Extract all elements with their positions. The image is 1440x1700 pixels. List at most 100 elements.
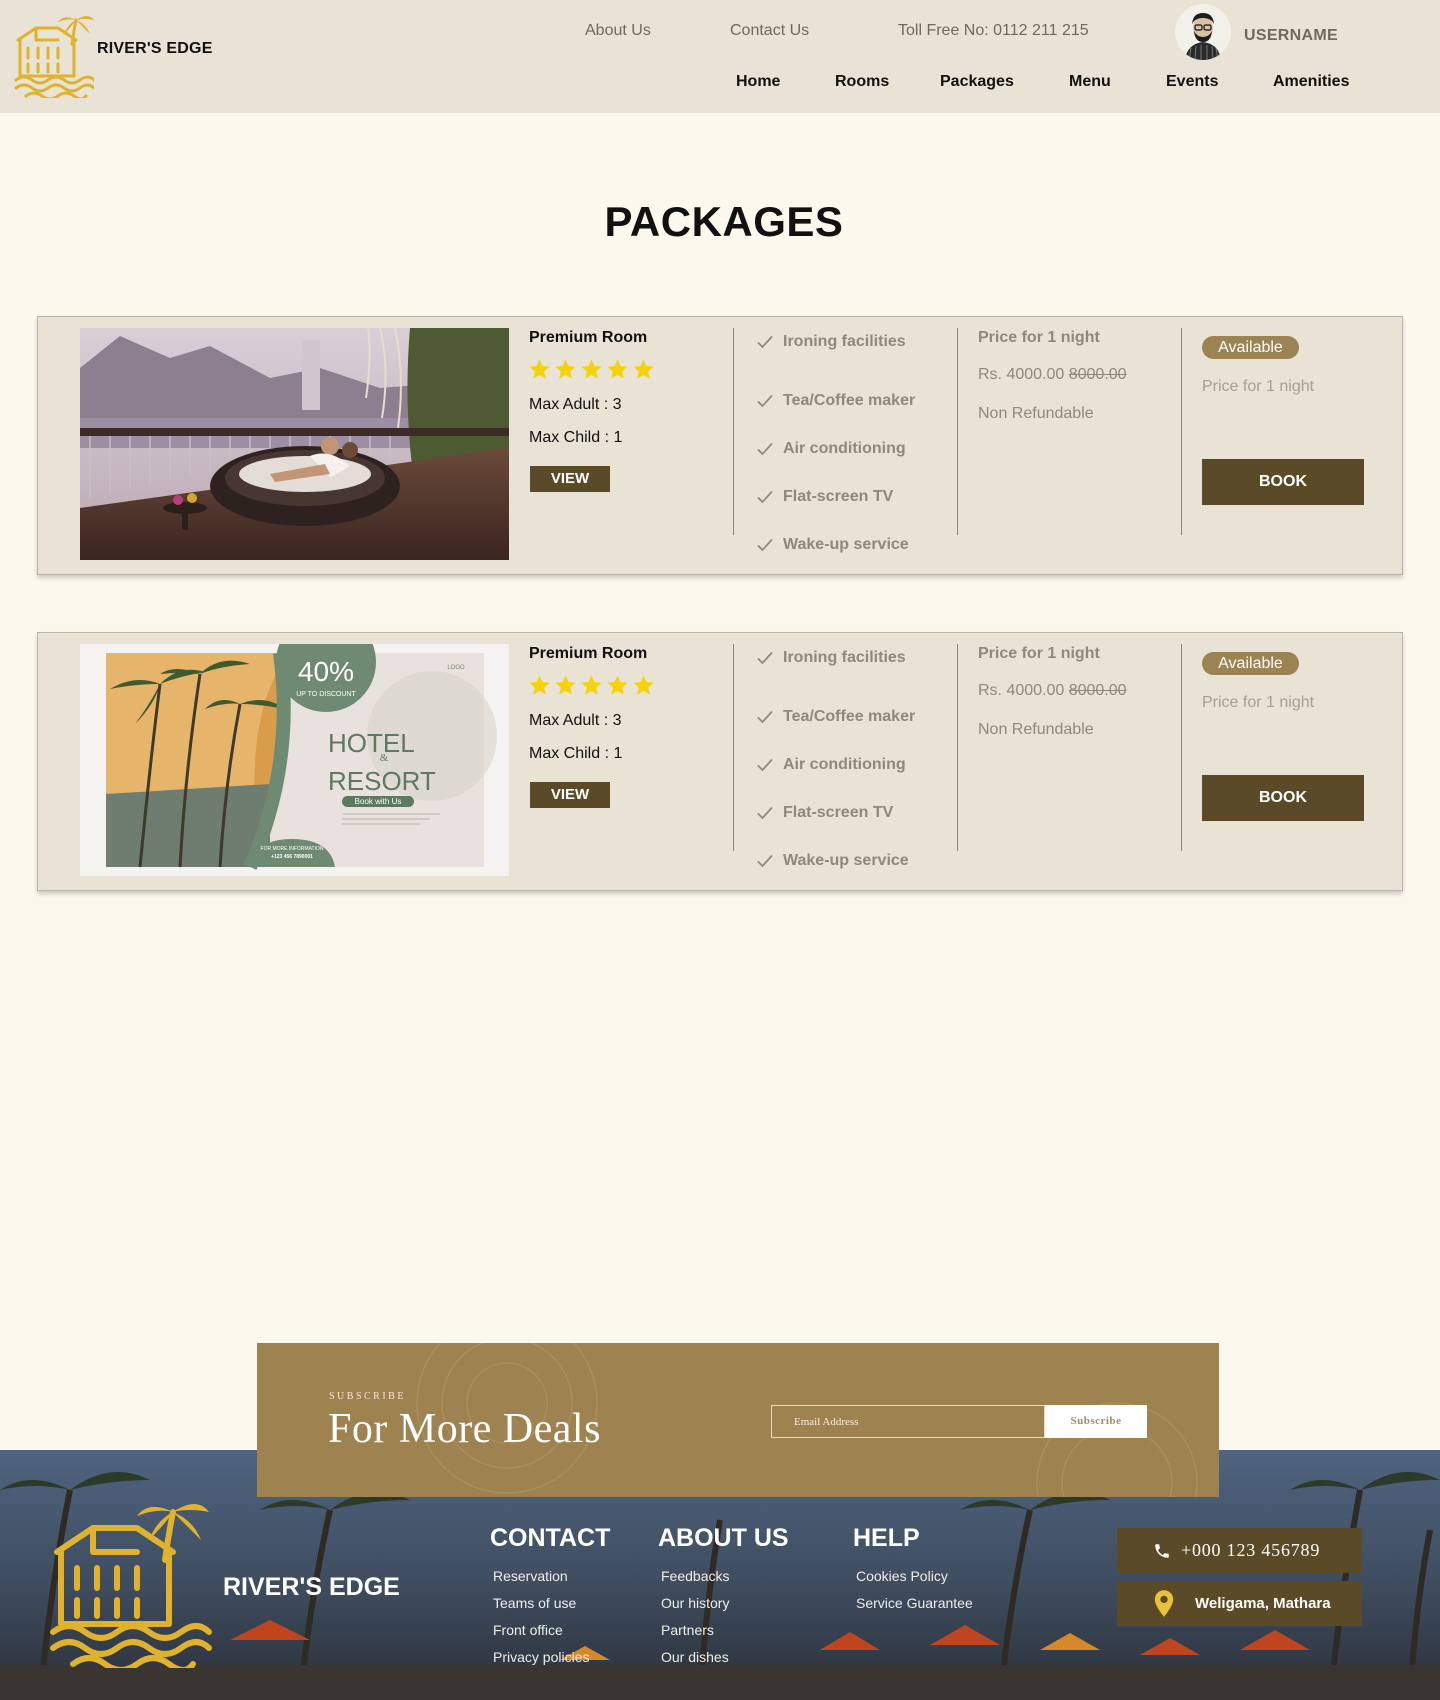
star-rating [528,674,655,697]
footer-link[interactable]: Teams of use [493,1595,576,1611]
toll-free-number: Toll Free No: 0112 211 215 [898,22,1089,39]
about-us-link[interactable]: About Us [585,22,651,40]
phone-number: +000 123 456789 [1181,1540,1321,1560]
brand-name[interactable]: RIVER'S EDGE [97,40,213,58]
phone-icon [1155,1543,1169,1558]
star-icon [555,675,576,695]
refund-policy: Non Refundable [978,721,1094,738]
amenity-item: Air conditioning [757,425,915,473]
promo-amp: & [380,752,389,764]
amenity-item: Ironing facilities [757,645,915,671]
divider [1181,644,1182,851]
room-title: Premium Room [529,645,648,662]
subscribe-button[interactable]: Subscribe [1045,1405,1147,1438]
promo-discount: 40% [298,656,354,687]
nav-events[interactable]: Events [1166,73,1218,91]
avatar[interactable] [1175,4,1231,60]
amenity-label: Ironing facilities [783,649,906,666]
star-icon [555,359,576,379]
package-card: 40% UP TO DISCOUNT LOGO HOTEL & RESORT B… [37,632,1403,891]
page-title: PACKAGES [604,198,844,245]
book-button[interactable]: BOOK [1202,775,1364,821]
footer-help-title: HELP [853,1524,920,1552]
promo-line1: HOTEL [328,728,415,758]
old-price: 8000.00 [1068,366,1127,383]
amenity-item: Wake-up service [757,837,915,885]
amenity-label: Air conditioning [783,440,906,457]
divider [733,644,734,851]
footer-link[interactable]: Cookies Policy [856,1568,948,1584]
star-icon [633,359,654,379]
price-heading: Price for 1 night [978,645,1100,662]
footer-brand[interactable]: RIVER'S EDGE [223,1573,400,1602]
username[interactable]: USERNAME [1244,27,1338,45]
check-icon [757,806,773,820]
check-icon [757,651,773,665]
email-input[interactable] [771,1405,1045,1438]
view-button[interactable]: VIEW [530,782,610,808]
nav-amenities[interactable]: Amenities [1273,73,1349,91]
room-title: Premium Room [529,329,648,346]
terrace-photo [80,328,509,560]
max-adult: Max Adult : 3 [529,396,622,413]
check-icon [757,758,773,772]
location-box[interactable]: Weligama, Mathara [1117,1581,1362,1626]
footer-link[interactable]: Feedbacks [661,1568,729,1584]
subscribe-label: SUBSCRIBE [329,1391,406,1402]
amenity-label: Wake-up service [783,852,909,869]
old-price: 8000.00 [1068,682,1127,699]
promo-logo: LOGO [447,665,465,671]
package-card: Premium Room Max Adult : 3 Max Child : 1… [37,316,1403,575]
site-header: RIVER'S EDGE About Us Contact Us Toll Fr… [0,0,1440,113]
nav-rooms[interactable]: Rooms [835,73,889,91]
check-icon [757,490,773,504]
nav-home[interactable]: Home [736,73,780,91]
footer-link[interactable]: Our history [661,1595,729,1611]
footer-link[interactable]: Reservation [493,1568,568,1584]
price-heading: Price for 1 night [978,329,1100,346]
nav-packages[interactable]: Packages [940,73,1014,91]
check-icon [757,854,773,868]
footer-link[interactable]: Front office [493,1622,563,1638]
package-image-promo[interactable]: 40% UP TO DISCOUNT LOGO HOTEL & RESORT B… [80,644,509,876]
footer-link[interactable]: Privacy policies [493,1649,589,1665]
amenity-label: Tea/Coffee maker [783,392,916,409]
contact-us-link[interactable]: Contact Us [730,22,809,40]
map-pin-icon [1154,1589,1174,1617]
package-image-terrace[interactable] [80,328,509,560]
subscribe-banner: SUBSCRIBE For More Deals Subscribe [257,1343,1219,1497]
nav-menu[interactable]: Menu [1069,73,1111,91]
promo-line2: RESORT [328,766,436,796]
footer-link[interactable]: Service Guarantee [856,1595,973,1611]
divider [1181,328,1182,535]
footer-link[interactable]: Partners [661,1622,714,1638]
house-palm-logo[interactable] [14,14,94,98]
availability-badge: Available [1202,652,1299,675]
amenity-item: Flat-screen TV [757,473,915,521]
phone-box[interactable]: +000 123 456789 [1117,1528,1362,1573]
check-icon [757,335,773,349]
divider [957,328,958,535]
price: Rs. 4000.00 8000.00 [978,682,1130,700]
footer-link[interactable]: Our dishes [661,1649,729,1665]
promo-cta: Book with Us [355,797,402,806]
star-icon [581,675,602,695]
promo-banner: 40% UP TO DISCOUNT LOGO HOTEL & RESORT B… [106,644,497,870]
amenities-list: Ironing facilities Tea/Coffee maker Air … [757,329,915,569]
subscribe-title: For More Deals [328,1406,601,1452]
price: Rs. 4000.00 8000.00 [978,366,1130,384]
book-button[interactable]: BOOK [1202,459,1364,505]
availability-badge: Available [1202,336,1299,359]
price-label: Price for 1 night [1202,378,1315,395]
star-icon [529,675,550,695]
amenity-label: Flat-screen TV [783,804,894,821]
view-button[interactable]: VIEW [530,466,610,492]
check-icon [757,710,773,724]
amenity-label: Flat-screen TV [783,488,894,505]
footer-logo-icon[interactable] [46,1500,212,1668]
amenity-label: Wake-up service [783,536,909,553]
max-child: Max Child : 1 [529,745,623,762]
divider [957,644,958,851]
check-icon [757,442,773,456]
star-icon [607,359,628,379]
